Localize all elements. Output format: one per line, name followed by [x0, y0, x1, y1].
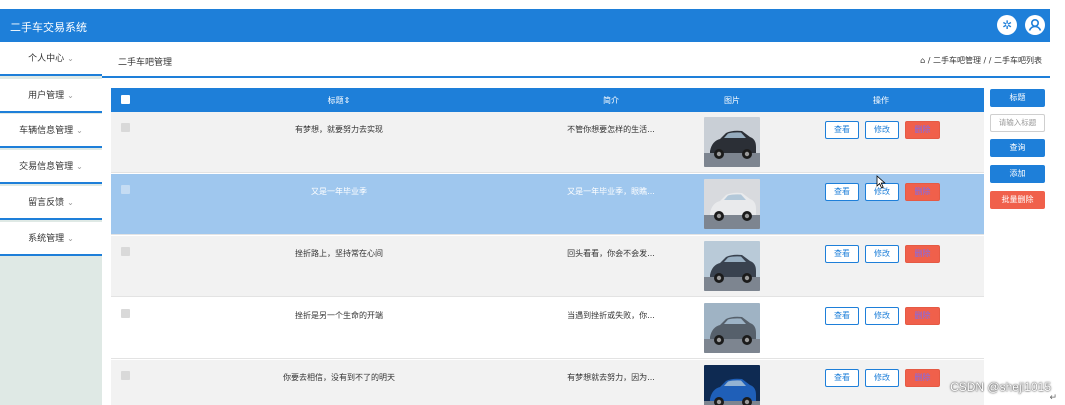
column-header-image: 图片 [724, 96, 740, 105]
view-button[interactable]: 查看 [825, 245, 859, 263]
mouse-cursor-icon [876, 175, 886, 189]
edit-button[interactable]: 修改 [865, 307, 899, 325]
cropped-text-strip [0, 0, 1065, 9]
table-header: 标题⇕ 简介 图片 操作 [111, 88, 984, 112]
sidebar-label: 留言反馈 [28, 198, 65, 208]
sidebar-item-users[interactable]: 用户管理 ⌄ [0, 79, 102, 113]
edit-button[interactable]: 修改 [865, 369, 899, 387]
chevron-down-icon: ⌄ [76, 126, 83, 135]
column-header-title[interactable]: 标题⇕ [328, 95, 351, 106]
row-checkbox[interactable] [121, 247, 130, 256]
car-thumbnail-image [704, 117, 760, 167]
view-button[interactable]: 查看 [825, 369, 859, 387]
car-thumbnail-image [704, 365, 760, 405]
title-filter-label: 标题 [990, 89, 1045, 107]
sidebar-label: 系统管理 [28, 234, 65, 244]
chevron-down-icon: ⌄ [67, 91, 74, 100]
chevron-down-icon: ⌄ [67, 198, 74, 207]
app-window: 二手车交易系统 ✲ 个人中心 ⌄ 用户管理 ⌄ 车辆信息管理 ⌄ 交易信息管理 ⌄ 留言… [0, 0, 1065, 405]
table-row[interactable]: 挫折是另一个生命的开端 当遇到挫折或失败，你... 查看 修改 删除 [111, 298, 984, 359]
car-thumbnail-image [704, 303, 760, 353]
sidebar-item-vehicles[interactable]: 车辆信息管理 ⌄ [0, 114, 102, 148]
row-title: 又是一年毕业季 [311, 187, 367, 196]
sidebar-label: 用户管理 [28, 91, 65, 101]
sidebar: 个人中心 ⌄ 用户管理 ⌄ 车辆信息管理 ⌄ 交易信息管理 ⌄ 留言反馈 ⌄ 系统管理 ⌄ [0, 42, 102, 405]
delete-button[interactable]: 删除 [905, 245, 940, 263]
delete-button[interactable]: 删除 [905, 121, 940, 139]
return-mark: ↵ [1049, 393, 1057, 403]
sidebar-label: 个人中心 [28, 54, 65, 64]
row-checkbox[interactable] [121, 309, 130, 318]
chevron-down-icon: ⌄ [67, 54, 74, 63]
chevron-down-icon: ⌄ [76, 162, 83, 171]
breadcrumb-item[interactable]: / 二手车吧管理 / [928, 56, 986, 65]
edit-button[interactable]: 修改 [865, 121, 899, 139]
sidebar-item-personal[interactable]: 个人中心 ⌄ [0, 42, 102, 76]
user-avatar-icon[interactable] [1025, 15, 1045, 35]
car-thumbnail-image [704, 179, 760, 229]
breadcrumb-bar: 二手车吧管理 ⌂ / 二手车吧管理 / / 二手车吧列表 [102, 42, 1050, 78]
row-title: 你要去相信，没有到不了的明天 [283, 373, 395, 382]
breadcrumb: ⌂ / 二手车吧管理 / / 二手车吧列表 [920, 56, 1042, 65]
top-header: 二手车交易系统 ✲ [0, 9, 1050, 42]
delete-button[interactable]: 删除 [905, 183, 940, 201]
sidebar-item-system[interactable]: 系统管理 ⌄ [0, 222, 102, 256]
row-checkbox[interactable] [121, 371, 130, 380]
row-title: 有梦想，就要努力去实现 [295, 125, 383, 134]
row-checkbox[interactable] [121, 185, 130, 194]
row-checkbox[interactable] [121, 123, 130, 132]
column-header-intro: 简介 [603, 96, 619, 105]
row-intro: 不管你想要怎样的生活... [567, 125, 655, 134]
select-all-checkbox[interactable] [121, 95, 130, 104]
sidebar-label: 交易信息管理 [19, 162, 74, 172]
data-table: 标题⇕ 简介 图片 操作 有梦想，就要努力去实现 不管你想要怎样的生活... 查看修… [111, 88, 984, 405]
car-thumbnail-image [704, 241, 760, 291]
row-title: 挫折路上，坚持常在心间 [295, 249, 383, 258]
page-title: 二手车吧管理 [118, 58, 173, 68]
table-row[interactable]: 有梦想，就要努力去实现 不管你想要怎样的生活... 查看 修改 删除 [111, 112, 984, 173]
view-button[interactable]: 查看 [825, 307, 859, 325]
add-button[interactable]: 添加 [990, 165, 1045, 183]
view-button[interactable]: 查看 [825, 121, 859, 139]
row-intro: 有梦想就去努力，因为... [567, 373, 655, 382]
batch-delete-button[interactable]: 批量删除 [990, 191, 1045, 209]
breadcrumb-item: 二手车吧列表 [994, 56, 1042, 65]
column-header-actions: 操作 [873, 96, 889, 105]
table-row[interactable]: 又是一年毕业季 又是一年毕业季，眼瞧... 查看 修改 删除 [111, 174, 984, 235]
row-title: 挫折是另一个生命的开端 [295, 311, 383, 320]
chevron-down-icon: ⌄ [67, 234, 74, 243]
search-button[interactable]: 查询 [990, 139, 1045, 157]
table-row[interactable]: 挫折路上，坚持常在心间 回头看看，你会不会发... 查看 修改 删除 [111, 236, 984, 297]
table-row[interactable]: 你要去相信，没有到不了的明天 有梦想就去努力，因为... 查看 修改 删除 [111, 360, 984, 405]
view-button[interactable]: 查看 [825, 183, 859, 201]
app-title: 二手车交易系统 [10, 21, 87, 34]
edit-button[interactable]: 修改 [865, 245, 899, 263]
sidebar-label: 车辆信息管理 [19, 126, 74, 136]
row-intro: 又是一年毕业季，眼瞧... [567, 187, 655, 196]
row-intro: 回头看看，你会不会发... [567, 249, 655, 258]
title-search-input[interactable]: 请输入标题 [990, 114, 1045, 132]
sidebar-item-feedback[interactable]: 留言反馈 ⌄ [0, 186, 102, 220]
sidebar-item-trades[interactable]: 交易信息管理 ⌄ [0, 150, 102, 184]
delete-button[interactable]: 删除 [905, 369, 940, 387]
watermark: CSDN @sheji1015 [950, 380, 1051, 394]
home-icon[interactable]: ⌂ [920, 56, 925, 65]
settings-icon[interactable]: ✲ [997, 15, 1017, 35]
delete-button[interactable]: 删除 [905, 307, 940, 325]
row-intro: 当遇到挫折或失败，你... [567, 311, 655, 320]
